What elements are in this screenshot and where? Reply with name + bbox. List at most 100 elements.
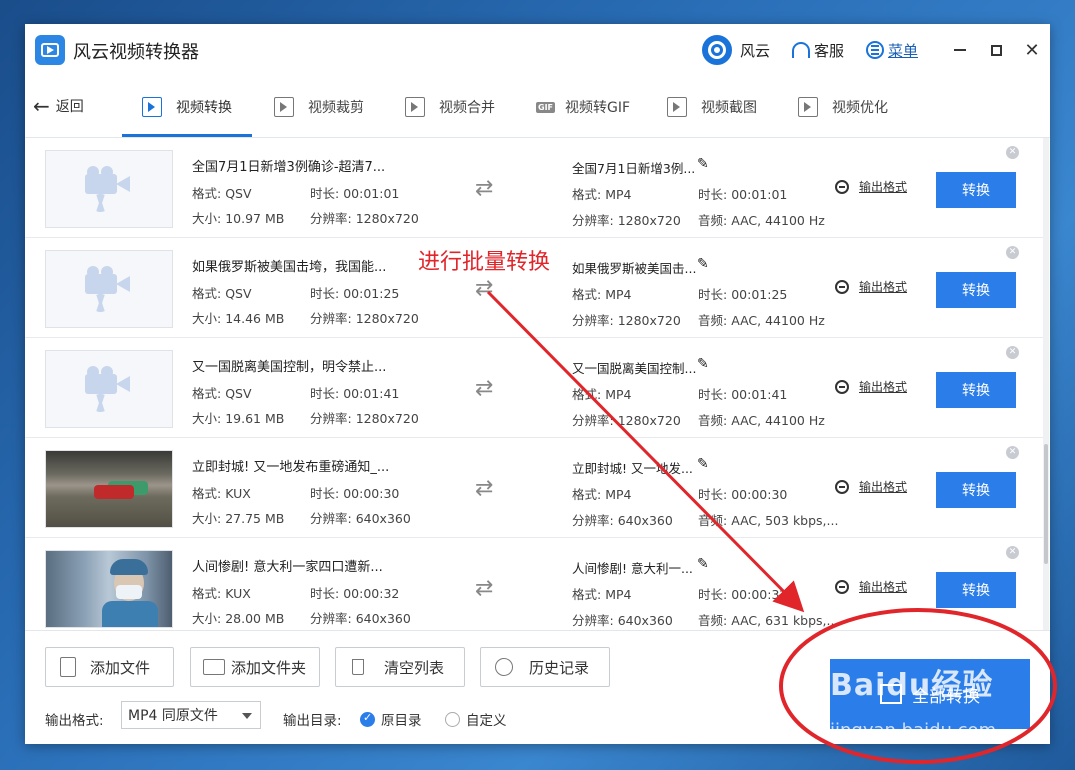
- input-size: 大小: 14.46 MB: [192, 311, 285, 326]
- edit-pencil-icon[interactable]: ✎: [697, 156, 709, 172]
- file-row: 全国7月1日新增3例确诊-超清7... 格式: QSV 时长: 00:01:01 大小…: [25, 138, 1045, 238]
- add-folder-button[interactable]: 添加文件夹: [190, 647, 320, 687]
- history-button[interactable]: 历史记录: [480, 647, 610, 687]
- video-thumbnail[interactable]: [45, 150, 173, 228]
- back-button[interactable]: ← 返回: [33, 96, 84, 116]
- maximize-icon: [990, 44, 1002, 56]
- tab-video-crop[interactable]: 视频裁剪: [274, 76, 364, 138]
- output-format-link[interactable]: 输出格式: [835, 378, 907, 395]
- history-label: 历史记录: [529, 658, 590, 677]
- tab-video-convert[interactable]: 视频转换: [142, 76, 232, 138]
- output-duration: 时长: 00:01:25: [698, 287, 788, 302]
- convert-button[interactable]: 转换: [936, 372, 1016, 408]
- video-thumbnail[interactable]: [45, 450, 173, 528]
- output-format: 格式: MP4: [572, 587, 632, 602]
- remove-file-icon[interactable]: ✕: [1006, 346, 1019, 359]
- radio-original-dir[interactable]: 原目录: [360, 709, 422, 729]
- tab-video-to-gif[interactable]: GIF 视频转GIF: [536, 76, 630, 138]
- video-camera-icon: [85, 366, 133, 413]
- input-size: 大小: 19.61 MB: [192, 411, 285, 426]
- shuffle-icon: ⇄: [475, 376, 494, 401]
- clear-list-button[interactable]: 清空列表: [335, 647, 465, 687]
- settings-icon: [835, 279, 849, 294]
- tab-video-screenshot[interactable]: 视频截图: [667, 76, 757, 138]
- radio-label: 自定义: [466, 713, 507, 729]
- close-button[interactable]: ✕: [1014, 24, 1050, 76]
- edit-pencil-icon[interactable]: ✎: [697, 356, 709, 372]
- customer-service-label: 客服: [813, 41, 844, 60]
- menu-icon: [865, 41, 884, 59]
- output-audio: 音频: AAC, 503 kbps,...: [698, 513, 839, 528]
- convert-button[interactable]: 转换: [936, 472, 1016, 508]
- remove-file-icon[interactable]: ✕: [1006, 546, 1019, 559]
- maximize-button[interactable]: [978, 24, 1014, 76]
- output-duration: 时长: 00:01:01: [698, 187, 788, 202]
- output-format-link[interactable]: 输出格式: [835, 578, 907, 595]
- input-duration: 时长: 00:01:25: [310, 286, 400, 301]
- tab-video-merge[interactable]: 视频合并: [405, 76, 495, 138]
- convert-button[interactable]: 转换: [936, 572, 1016, 608]
- remove-file-icon[interactable]: ✕: [1006, 246, 1019, 259]
- gif-icon: GIF: [536, 101, 556, 113]
- file-list: 全国7月1日新增3例确诊-超清7... 格式: QSV 时长: 00:01:01 大小…: [25, 138, 1045, 630]
- brand-link[interactable]: 风云: [701, 35, 770, 65]
- output-file-title: 全国7月1日新增3例...: [572, 161, 696, 176]
- tab-label: 视频转换: [176, 100, 232, 116]
- edit-pencil-icon[interactable]: ✎: [697, 556, 709, 572]
- output-format-link[interactable]: 输出格式: [835, 278, 907, 295]
- input-resolution: 分辨率: 640x360: [310, 611, 411, 626]
- edit-pencil-icon[interactable]: ✎: [697, 256, 709, 272]
- customer-service-button[interactable]: 客服: [791, 40, 844, 61]
- input-file-title: 又一国脱离美国控制，明令禁止...: [192, 360, 387, 375]
- edit-pencil-icon[interactable]: ✎: [697, 456, 709, 472]
- clear-list-label: 清空列表: [384, 658, 445, 677]
- watermark-url: jingyan.baidu.com: [830, 720, 997, 741]
- output-resolution: 分辨率: 1280x720: [572, 213, 681, 228]
- input-duration: 时长: 00:00:32: [310, 586, 400, 601]
- output-resolution: 分辨率: 1280x720: [572, 313, 681, 328]
- minimize-button[interactable]: [942, 24, 978, 76]
- output-format-link[interactable]: 输出格式: [835, 178, 907, 195]
- tab-video-optimize[interactable]: 视频优化: [798, 76, 888, 138]
- minimize-icon: [954, 49, 966, 51]
- output-audio: 音频: AAC, 44100 Hz: [698, 313, 825, 328]
- brand-logo-icon: [701, 35, 732, 65]
- settings-icon: [835, 579, 849, 594]
- input-file-title: 全国7月1日新增3例确诊-超清7...: [192, 160, 386, 175]
- app-title: 风云视频转换器: [73, 42, 199, 63]
- remove-file-icon[interactable]: ✕: [1006, 146, 1019, 159]
- output-resolution: 分辨率: 640x360: [572, 513, 673, 528]
- radio-unchecked-icon: [445, 711, 460, 727]
- input-format: 格式: QSV: [192, 186, 252, 201]
- output-duration: 时长: 00:00:30: [698, 487, 788, 502]
- output-duration: 时长: 00:01:41: [698, 387, 788, 402]
- chevron-down-icon: [242, 713, 252, 719]
- convert-button[interactable]: 转换: [936, 272, 1016, 308]
- file-row: 人间惨剧! 意大利一家四口遭新... 格式: KUX 时长: 00:00:32 大小:…: [25, 538, 1045, 630]
- input-file-title: 人间惨剧! 意大利一家四口遭新...: [192, 560, 383, 575]
- feature-tabs: ← 返回 视频转换 视频裁剪 视频合并 GIF 视频转GIF 视频截图 视频优化: [25, 76, 1050, 138]
- add-file-button[interactable]: 添加文件: [45, 647, 174, 687]
- shuffle-icon: ⇄: [475, 576, 494, 601]
- scrollbar-thumb[interactable]: [1044, 444, 1048, 564]
- back-label: 返回: [55, 99, 84, 115]
- output-audio: 音频: AAC, 44100 Hz: [698, 213, 825, 228]
- input-format: 格式: QSV: [192, 386, 252, 401]
- settings-icon: [835, 379, 849, 394]
- output-format-link[interactable]: 输出格式: [835, 478, 907, 495]
- input-format: 格式: QSV: [192, 286, 252, 301]
- video-thumbnail[interactable]: [45, 250, 173, 328]
- video-thumbnail[interactable]: [45, 550, 173, 628]
- output-format-select[interactable]: MP4 同原文件: [121, 701, 261, 729]
- input-duration: 时长: 00:01:01: [310, 186, 400, 201]
- radio-custom-dir[interactable]: 自定义: [445, 709, 507, 729]
- sliders-icon: [798, 97, 818, 117]
- brand-label: 风云: [739, 41, 770, 60]
- settings-icon: [835, 179, 849, 194]
- menu-button[interactable]: 菜单: [865, 40, 918, 61]
- output-duration: 时长: 00:00:32: [698, 587, 788, 602]
- remove-file-icon[interactable]: ✕: [1006, 446, 1019, 459]
- video-thumbnail[interactable]: [45, 350, 173, 428]
- convert-button[interactable]: 转换: [936, 172, 1016, 208]
- input-format: 格式: KUX: [192, 586, 251, 601]
